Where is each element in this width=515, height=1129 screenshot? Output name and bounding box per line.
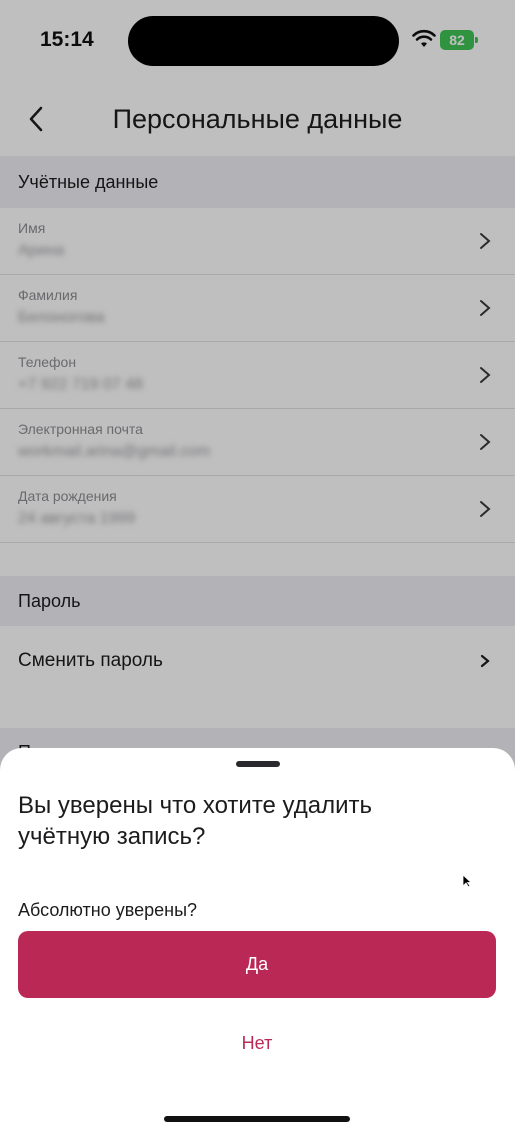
confirm-yes-button[interactable]: Да	[18, 931, 496, 998]
sheet-subtitle: Абсолютно уверены?	[18, 900, 198, 920]
sheet-grabber[interactable]	[236, 761, 280, 767]
delete-account-sheet: Вы уверены что хотите удалить учётную за…	[0, 748, 515, 1129]
home-indicator	[164, 1116, 350, 1122]
sheet-title: Вы уверены что хотите удалить учётную за…	[18, 792, 373, 850]
app-screen: 15:14 82 Персональные данные Учётные дан…	[0, 0, 515, 1129]
mouse-cursor-icon	[462, 874, 472, 888]
cancel-no-button[interactable]: Нет	[18, 1018, 496, 1068]
